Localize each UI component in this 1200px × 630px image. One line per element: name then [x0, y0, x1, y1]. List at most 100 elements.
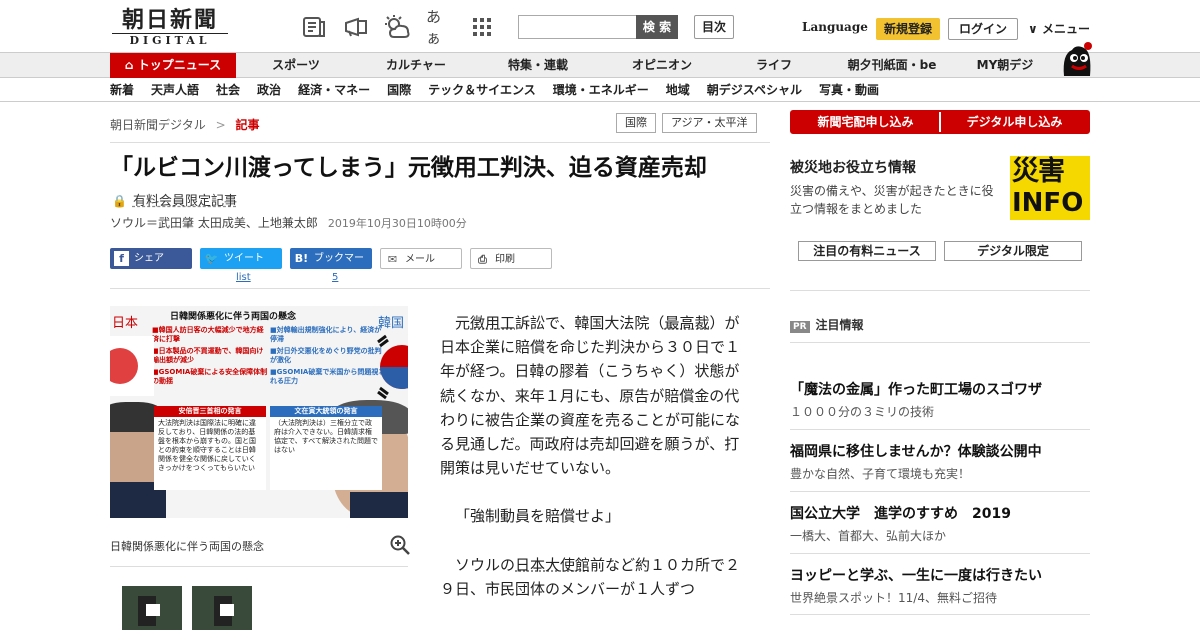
keyword-link[interactable]: 徴用工: [470, 314, 515, 332]
divider: [110, 142, 770, 143]
pr-item[interactable]: ヨッピーと学ぶ、一生に一度は行きたい 世界絶景スポット！11/4、無料ご招待: [790, 565, 1090, 606]
article-headline: 「ルビコン川渡ってしまう」元徴用工判決、迫る資産売却: [110, 155, 707, 181]
figure-japan-points: ■韓国人訪日客の大幅減少で地方経済に打撃 ■日本製品の不買運動で、韓国向け輸出額…: [152, 326, 268, 385]
pr-item[interactable]: 福岡県に移住しませんか？体験談公開中 豊かな自然、子育て環境も充実！: [790, 441, 1090, 482]
breadcrumb-separator: >: [215, 118, 226, 132]
zoom-in-icon[interactable]: [390, 535, 410, 559]
print-button[interactable]: ⎙ 印刷: [470, 248, 552, 269]
nav-item-sports[interactable]: スポーツ: [236, 53, 356, 78]
keyword-link[interactable]: 最高裁: [664, 314, 709, 332]
nav2-item-special[interactable]: 朝デジスペシャル: [707, 78, 802, 102]
weather-icon[interactable]: [384, 14, 412, 40]
header-icon-bar: あぁ: [300, 8, 496, 47]
photo-thumbnail[interactable]: [122, 586, 182, 630]
paragraph: 「強制動員を賠償せよ」: [455, 507, 621, 526]
site-header: 朝日新聞 DIGITAL あぁ 検 索 目次 Language 新規登録 ログイ…: [0, 0, 1200, 52]
photo-thumbnails: [122, 586, 252, 630]
search-box: 検 索: [518, 15, 678, 39]
article-figure[interactable]: 日本 日韓関係悪化に伴う両国の懸念 韓国 ■韓国人訪日客の大幅減少で地方経済に打…: [110, 306, 408, 518]
divider: [790, 290, 1090, 291]
twitter-icon: 🐦: [204, 252, 219, 265]
mail-share-button[interactable]: ✉ メール: [380, 248, 462, 269]
primary-nav: ⌂ トップニュース スポーツ カルチャー 特集・連載 オピニオン ライフ 朝夕刊…: [0, 52, 1200, 78]
nav-item-life[interactable]: ライフ: [724, 53, 824, 78]
nav-item-opinion[interactable]: オピニオン: [600, 53, 724, 78]
nav2-item-photo[interactable]: 写真・動画: [819, 78, 879, 102]
twitter-count[interactable]: list: [236, 272, 251, 283]
members-only-badge[interactable]: 🔒 有料会員限定記事: [112, 190, 237, 209]
pr-item[interactable]: 「魔法の金属」作った町工場のスゴワザ １０００分の３ミリの技術: [790, 379, 1090, 420]
hatena-bookmark-button[interactable]: B! ブックマーク: [290, 248, 372, 285]
nav2-item-tech[interactable]: テック＆サイエンス: [428, 78, 536, 102]
share-bar: f シェア 🐦 ツイート B! ブックマーク ✉ メール ⎙ 印刷: [110, 248, 552, 285]
nav2-item-region[interactable]: 地域: [666, 78, 690, 102]
nav-item-culture[interactable]: カルチャー: [356, 53, 476, 78]
login-button[interactable]: ログイン: [948, 18, 1018, 40]
nav2-item-new[interactable]: 新着: [110, 78, 134, 102]
nav-item-top-news[interactable]: ⌂ トップニュース: [110, 53, 236, 78]
disaster-info-title[interactable]: 被災地お役立ち情報: [790, 157, 916, 177]
keyword-link[interactable]: 日本大使館: [515, 556, 590, 574]
font-size-label: あぁ: [426, 8, 442, 47]
pr-item[interactable]: 国公立大学 進学のすすめ 2019 一橋大、首都大、弘前大ほか: [790, 503, 1090, 544]
nav2-item-tensei[interactable]: 天声人語: [151, 78, 199, 102]
divider: [790, 614, 1090, 615]
disaster-info-logo[interactable]: 災害 INFO: [1010, 156, 1090, 220]
chevron-down-icon: ∨: [1028, 22, 1038, 36]
tab-digital-only[interactable]: デジタル限定: [944, 241, 1082, 261]
figure-korea-points: ■対韓輸出規制強化により、経済が停滞 ■対日外交悪化をめぐり野党の批判が激化 ■…: [270, 326, 386, 385]
tag-international[interactable]: 国際: [616, 113, 656, 133]
signup-button[interactable]: 新規登録: [876, 18, 940, 40]
paragraph: 元徴用工訴訟で、韓国大法院（最高裁）が日本企業に賠償を命じた判決から３０日で１年…: [440, 314, 741, 478]
paragraph: ソウルの日本大使館前など約１０カ所で２９日、市民団体のメンバーが１人ずつ: [440, 555, 741, 598]
authors: ソウル＝武田肇 太田成美、上地兼太郎: [110, 216, 318, 230]
portrait-moon-suit: [350, 492, 408, 518]
search-button[interactable]: 検 索: [636, 15, 678, 39]
home-delivery-button[interactable]: 新聞宅配申し込み: [792, 112, 939, 132]
grid-icon[interactable]: [468, 14, 496, 40]
home-icon: ⌂: [124, 58, 134, 72]
search-input[interactable]: [518, 15, 636, 39]
byline: ソウル＝武田肇 太田成美、上地兼太郎 2019年10月30日10時00分: [110, 214, 467, 231]
breadcrumb-home[interactable]: 朝日新聞デジタル: [110, 118, 206, 132]
divider: [110, 566, 408, 567]
site-logo[interactable]: 朝日新聞 DIGITAL: [112, 8, 228, 47]
tag-asia-pacific[interactable]: アジア・太平洋: [662, 113, 757, 133]
nav-item-my[interactable]: MY朝デジ: [960, 53, 1050, 78]
korea-flag-icon: [377, 334, 408, 400]
nav-item-features[interactable]: 特集・連載: [476, 53, 600, 78]
figure-title: 日韓関係悪化に伴う両国の懸念: [170, 312, 297, 322]
nav2-item-society[interactable]: 社会: [216, 78, 240, 102]
megaphone-icon[interactable]: [342, 14, 370, 40]
japan-flag-icon: [110, 336, 154, 396]
digital-subscribe-button[interactable]: デジタル申し込み: [939, 112, 1088, 132]
pr-item-desc: 世界絶景スポット！11/4、無料ご招待: [790, 591, 997, 605]
twitter-share-button[interactable]: 🐦 ツイート: [200, 248, 282, 269]
mascot-icon[interactable]: [1058, 42, 1094, 78]
nav2-item-international[interactable]: 国際: [387, 78, 411, 102]
figure-korea-quote: 文在寅大統領の発言 （大法院判決は）三権分立で政府は介入できない。日韓請求権協定…: [270, 406, 382, 490]
figure-japan-quote: 安倍晋三首相の発言 大法院判決は国際法に明確に違反しており、日韓関係の法的基盤を…: [154, 406, 266, 490]
nav2-item-politics[interactable]: 政治: [257, 78, 281, 102]
divider: [790, 429, 1090, 430]
mail-icon: ✉: [387, 253, 398, 266]
pr-item-desc: 一橋大、首都大、弘前大ほか: [790, 529, 947, 543]
language-link[interactable]: Language: [802, 20, 868, 34]
hatena-icon: B!: [294, 252, 309, 265]
menu-button[interactable]: ∨ メニュー: [1028, 20, 1090, 37]
facebook-icon: f: [114, 251, 129, 266]
hatena-count[interactable]: 5: [332, 272, 338, 283]
photo-thumbnail[interactable]: [192, 586, 252, 630]
members-only-label: 有料会員限定記事: [132, 194, 237, 209]
publish-date: 2019年10月30日10時00分: [327, 217, 467, 230]
newspaper-icon[interactable]: [300, 14, 328, 40]
nav2-item-environment[interactable]: 環境・エネルギー: [553, 78, 649, 102]
divider: [110, 288, 770, 289]
font-size-icon[interactable]: あぁ: [426, 8, 454, 47]
lock-icon: 🔒: [112, 194, 127, 208]
facebook-share-button[interactable]: f シェア: [110, 248, 192, 269]
tab-paid-news[interactable]: 注目の有料ニュース: [798, 241, 936, 261]
nav-item-paper[interactable]: 朝夕刊紙面・be: [824, 53, 960, 78]
toc-button[interactable]: 目次: [694, 15, 734, 39]
nav2-item-economy[interactable]: 経済・マネー: [298, 78, 370, 102]
